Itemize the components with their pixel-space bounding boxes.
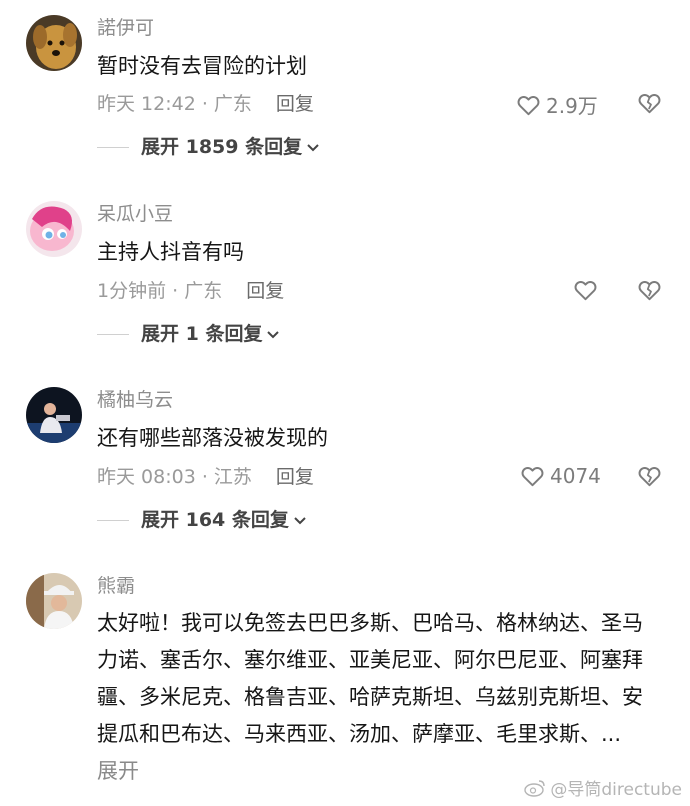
divider-line (97, 519, 129, 521)
reply-button[interactable]: 回复 (276, 465, 314, 489)
comment-meta: 1分钟前 · 广东 回复 (97, 279, 284, 303)
expand-replies-button[interactable]: 展开 1859 条回复 (97, 135, 320, 159)
divider-line (97, 333, 129, 335)
avatar[interactable] (26, 15, 82, 71)
dislike-button[interactable] (636, 90, 663, 120)
weibo-icon (524, 779, 546, 797)
comment-text: 主持人抖音有吗 (97, 240, 244, 264)
broken-heart-icon (638, 281, 661, 301)
watermark: @导筒directube (524, 775, 682, 800)
avatar[interactable] (26, 573, 82, 629)
time-location: 昨天 12:42 · 广东 (97, 93, 252, 115)
username[interactable]: 諾伊可 (97, 16, 154, 40)
username[interactable]: 呆瓜小豆 (97, 202, 173, 226)
time-location: 1分钟前 · 广东 (97, 280, 223, 302)
comment-text: 还有哪些部落没被发现的 (97, 426, 328, 450)
comment-text: 太好啦！我可以免签去巴巴多斯、巴哈马、格林纳达、圣马力诺、塞舌尔、塞尔维亚、亚美… (97, 605, 645, 790)
avatar[interactable] (26, 387, 82, 443)
dislike-button[interactable] (636, 277, 663, 307)
reply-button[interactable]: 回复 (276, 92, 314, 116)
comment-text-body: 太好啦！我可以免签去巴巴多斯、巴哈马、格林纳达、圣马力诺、塞舌尔、塞尔维亚、亚美… (97, 611, 643, 746)
heart-icon (574, 281, 597, 301)
chevron-down-icon (267, 331, 280, 339)
expand-replies-button[interactable]: 展开 164 条回复 (97, 508, 307, 532)
divider-line (97, 146, 129, 148)
heart-icon (521, 467, 544, 487)
username[interactable]: 熊霸 (97, 574, 135, 598)
broken-heart-icon (638, 94, 661, 114)
like-count: 4074 (550, 464, 601, 488)
expand-replies-label: 展开 164 条回复 (141, 509, 289, 531)
like-button[interactable] (572, 277, 599, 303)
dislike-button[interactable] (636, 463, 663, 493)
time-location: 昨天 08:03 · 江苏 (97, 466, 252, 488)
like-count: 2.9万 (546, 94, 598, 118)
chevron-down-icon (307, 144, 319, 152)
reply-button[interactable]: 回复 (246, 279, 284, 303)
username[interactable]: 橘柚乌云 (97, 388, 173, 412)
expand-replies-label: 展开 1 条回复 (141, 323, 263, 345)
avatar[interactable] (26, 201, 82, 257)
expand-replies-label: 展开 1859 条回复 (141, 136, 303, 158)
expand-replies-button[interactable]: 展开 1 条回复 (97, 322, 280, 346)
heart-icon (517, 95, 540, 115)
like-button[interactable]: 4074 (519, 463, 601, 489)
chevron-down-icon (294, 517, 306, 525)
broken-heart-icon (638, 467, 661, 487)
comment-meta: 昨天 12:42 · 广东 回复 (97, 92, 314, 116)
expand-text-button[interactable]: 展开 (97, 759, 139, 783)
comment-text: 暂时没有去冒险的计划 (97, 54, 307, 78)
comment-meta: 昨天 08:03 · 江苏 回复 (97, 465, 314, 489)
watermark-text: @导筒directube (550, 780, 682, 800)
like-button[interactable]: 2.9万 (515, 90, 598, 119)
